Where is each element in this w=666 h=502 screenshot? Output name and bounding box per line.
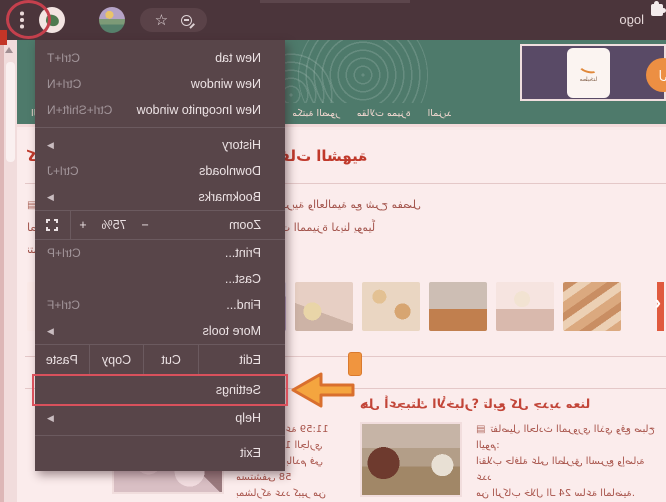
zoom-in-button[interactable]: +: [71, 218, 95, 232]
vertical-scrollbar[interactable]: [0, 40, 17, 502]
settings-pointer-arrow: [290, 370, 356, 410]
menu-separator: [35, 435, 285, 436]
menu-item-cast[interactable]: Cast...: [35, 266, 285, 292]
brand-panel: مطبخنا: [520, 44, 666, 101]
bookmark-star-icon[interactable]: ☆: [155, 13, 168, 28]
omnibox-pill[interactable]: ☆: [140, 8, 207, 32]
submenu-arrow-icon: ▶: [47, 140, 54, 151]
submenu-arrow-icon: ▶: [47, 326, 54, 337]
paste-button[interactable]: Paste: [35, 345, 90, 374]
extensions-puzzle-icon[interactable]: [648, 0, 666, 18]
red-corner-marker: [0, 30, 7, 45]
menu-separator: [35, 127, 285, 128]
thumbnail-woman-flowers[interactable]: [295, 282, 353, 331]
menu-item-print[interactable]: Print...Ctrl+P: [35, 240, 285, 266]
menu-item-exit[interactable]: Exit: [35, 440, 285, 466]
tab-seam: [260, 0, 410, 3]
nav-item-articles[interactable]: مقالات مميزة: [357, 108, 411, 119]
menu-zoom-row: Zoom − 75% +: [35, 210, 285, 240]
carousel-next-button[interactable]: ‹: [646, 282, 664, 331]
site-logo[interactable]: مطبخنا: [567, 48, 610, 98]
scrollbar-up-arrow[interactable]: [5, 47, 13, 53]
cut-button[interactable]: Cut: [144, 345, 199, 374]
browser-toolbar: logo ☆: [0, 0, 666, 40]
zoom-label: Zoom: [229, 218, 285, 232]
accident-photo[interactable]: [360, 422, 462, 497]
mirrored-screenshot: مطبخنا ل الرئيسية من نحن آخر الأخبار توا…: [0, 0, 666, 502]
logo-text: مطبخنا: [580, 76, 597, 83]
menu-button-highlight-ellipse: [6, 0, 51, 39]
chrome-menu: New tabCtrl+T New windowCtrl+N New Incog…: [35, 40, 285, 471]
submenu-arrow-icon: ▶: [47, 192, 54, 203]
list-icon: ▤: [476, 424, 485, 435]
tab-title: logo: [619, 12, 644, 27]
menu-item-downloads[interactable]: DownloadsCtrl+J: [35, 158, 285, 184]
zoom-out-button[interactable]: −: [133, 218, 157, 232]
article-text: ▤تفاصيل الحادث المروري الذي وقع صباح الي…: [476, 422, 660, 502]
menu-item-settings[interactable]: Settings: [35, 377, 285, 403]
nav-item-more[interactable]: المزيد: [428, 108, 452, 119]
thumbnail-people-office[interactable]: [429, 282, 487, 331]
edit-label: Edit: [199, 345, 285, 374]
thumbnail-kitchen[interactable]: [496, 282, 554, 331]
fullscreen-icon: [47, 219, 59, 231]
copy-button[interactable]: Copy: [90, 345, 145, 374]
menu-item-find[interactable]: Find...Ctrl+F: [35, 292, 285, 318]
thumbnail-food-table[interactable]: [362, 282, 420, 331]
chevron-icon: ‹: [655, 293, 661, 315]
news-article-accident[interactable]: ▤تفاصيل الحادث المروري الذي وقع صباح الي…: [360, 422, 660, 502]
menu-item-new-tab[interactable]: New tabCtrl+T: [35, 45, 285, 71]
menu-edit-row: Edit Cut Copy Paste: [35, 344, 285, 374]
nav-item-gallery[interactable]: مكتبة الصور: [292, 108, 339, 119]
menu-item-new-window[interactable]: New windowCtrl+N: [35, 71, 285, 97]
submenu-arrow-icon: ▶: [47, 413, 54, 424]
menu-item-new-incognito-window[interactable]: New Incognito windowCtrl+Shift+N: [35, 97, 285, 123]
menu-item-history[interactable]: History▶: [35, 132, 285, 158]
menu-item-more-tools[interactable]: More tools▶: [35, 318, 285, 344]
zoom-magnifier-icon[interactable]: [181, 15, 192, 26]
thumbnail-food-closeup[interactable]: [563, 282, 621, 331]
fullscreen-button[interactable]: [35, 210, 71, 240]
logo-swoosh-icon: [578, 61, 599, 75]
zoom-value: 75%: [95, 218, 133, 232]
news-section-heading: هل أعجبتك الأخبار؟ تابع كل جديد معنا: [360, 396, 630, 411]
scrollbar-thumb[interactable]: [6, 62, 15, 162]
menu-item-help[interactable]: Help▶: [35, 405, 285, 431]
profile-avatar-landscape[interactable]: [99, 7, 125, 33]
scrollbar-edge: [0, 40, 4, 502]
menu-item-bookmarks[interactable]: Bookmarks▶: [35, 184, 285, 210]
